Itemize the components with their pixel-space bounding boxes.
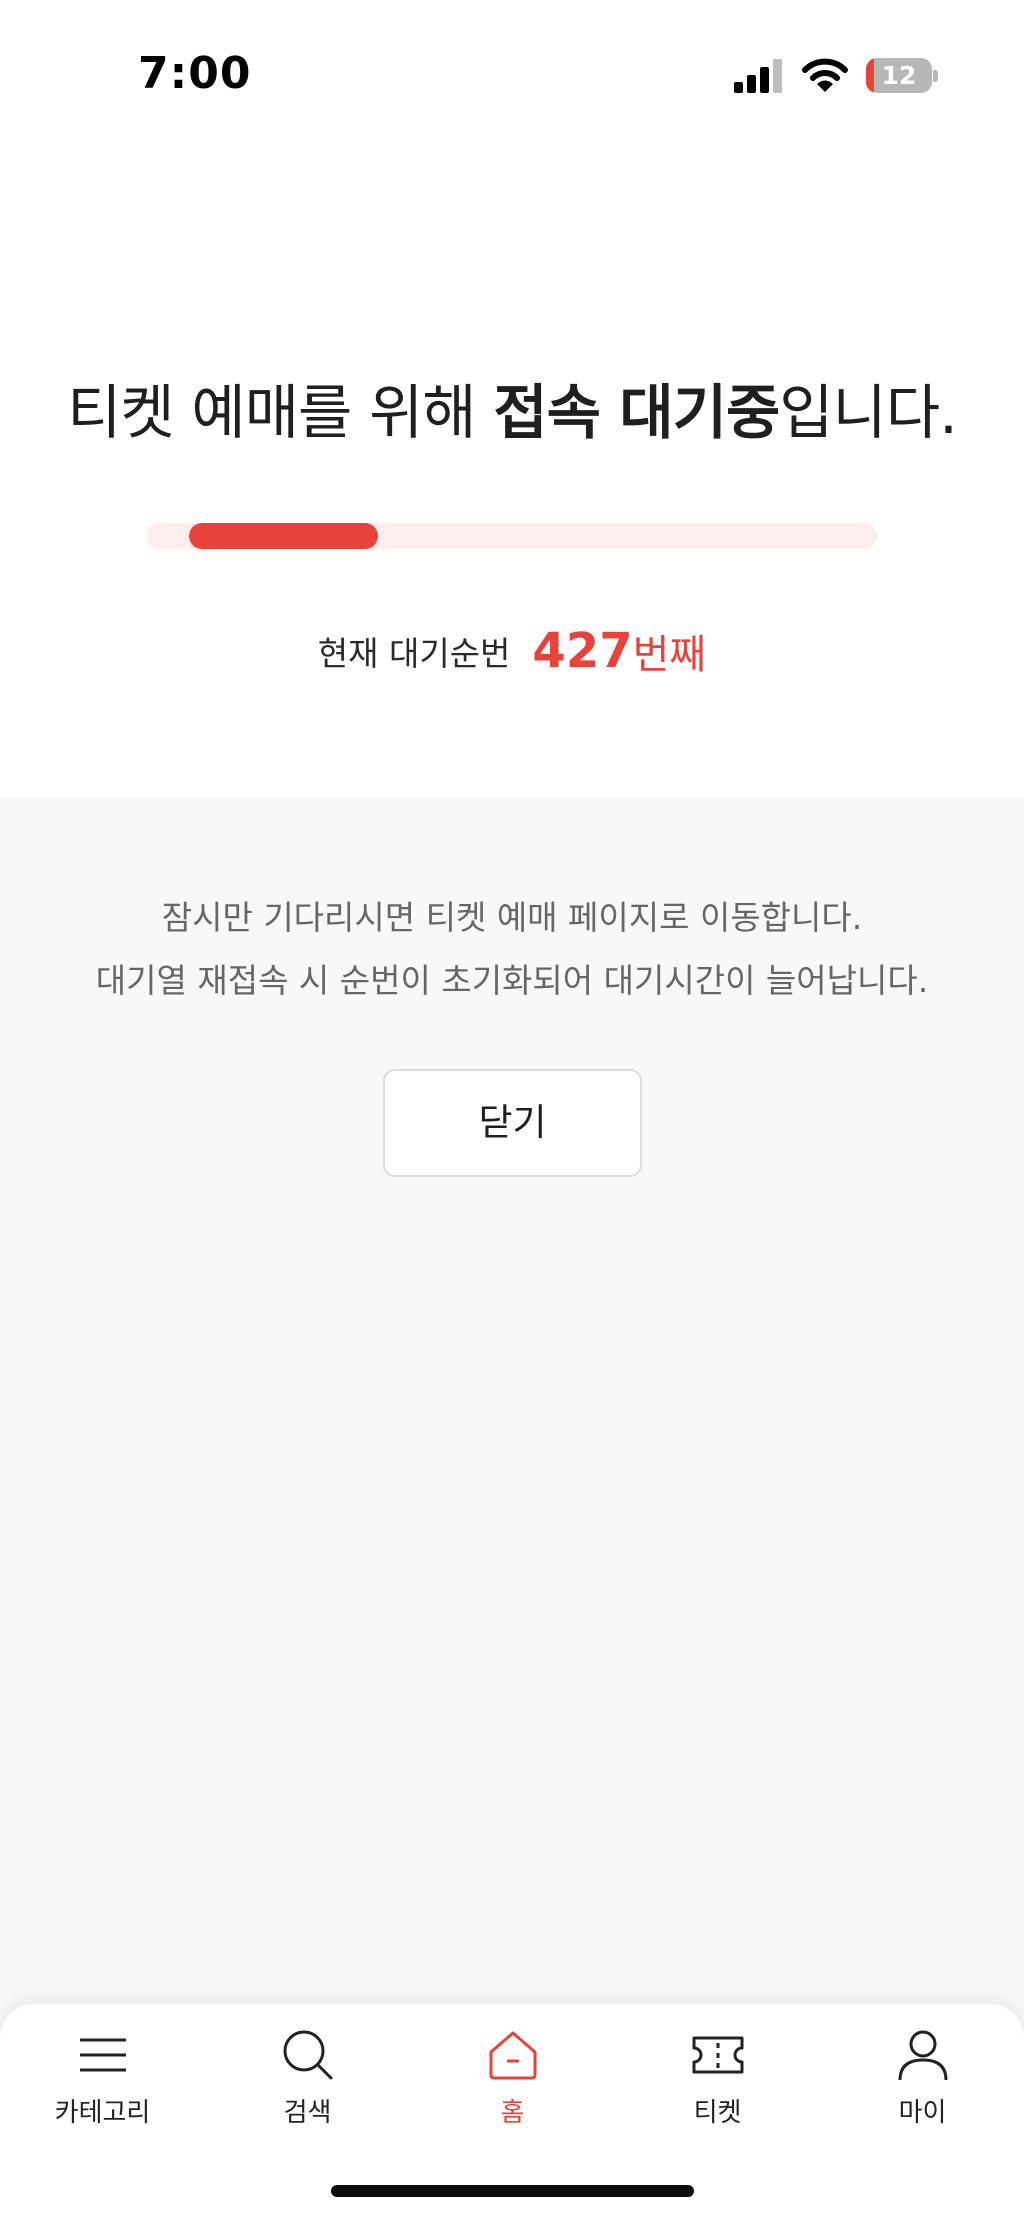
nav-label-category: 카테고리 (54, 2098, 151, 2128)
nav-item-category[interactable]: 카테고리 (0, 2004, 205, 2154)
ticket-icon (692, 2036, 744, 2074)
nav-item-home[interactable]: 홈 (410, 2004, 615, 2154)
nav-label-search: 검색 (283, 2098, 332, 2128)
info-line-1: 잠시만 기다리시면 티켓 예매 페이지로 이동합니다. (161, 898, 863, 937)
menu-icon (80, 2038, 126, 2072)
title-emphasis: 접속 대기중 (493, 378, 780, 447)
nav-label-home: 홈 (500, 2098, 525, 2128)
battery-icon: 12 (866, 58, 938, 93)
queue-progress-bar (147, 523, 877, 549)
title-prefix: 티켓 예매를 위해 (67, 378, 494, 447)
queue-position-suffix: 번째 (632, 632, 707, 678)
nav-label-ticket: 티켓 (693, 2098, 742, 2128)
nav-item-search[interactable]: 검색 (205, 2004, 410, 2154)
title-suffix: 입니다. (779, 378, 958, 447)
queue-header-panel: 7:00 12 티켓 예매를 위해 접속 대기중입니다. 현재 대기순번 427번… (0, 0, 1024, 797)
wifi-icon (802, 58, 848, 92)
status-time: 7:00 (138, 48, 252, 99)
queue-position: 현재 대기순번 427번째 (0, 622, 1024, 680)
home-indicator[interactable] (331, 2185, 694, 2197)
info-line-2: 대기열 재접속 시 순번이 초기화되어 대기시간이 늘어납니다. (95, 961, 929, 1000)
queue-progress-fill (189, 523, 378, 549)
battery-percentage: 12 (881, 61, 917, 90)
close-button[interactable]: 닫기 (383, 1069, 642, 1177)
queue-position-label: 현재 대기순번 (317, 634, 511, 673)
queue-info-text: 잠시만 기다리시면 티켓 예매 페이지로 이동합니다. 대기열 재접속 시 순번… (0, 886, 1024, 1012)
queue-position-number: 427 (532, 623, 633, 679)
cellular-signal-icon (734, 59, 782, 93)
nav-item-my[interactable]: 마이 (820, 2004, 1024, 2154)
nav-label-my: 마이 (898, 2098, 947, 2128)
search-icon (283, 2030, 333, 2080)
page-title: 티켓 예매를 위해 접속 대기중입니다. (0, 365, 1024, 450)
nav-item-ticket[interactable]: 티켓 (615, 2004, 820, 2154)
home-icon (489, 2031, 537, 2080)
person-icon (898, 2030, 948, 2081)
